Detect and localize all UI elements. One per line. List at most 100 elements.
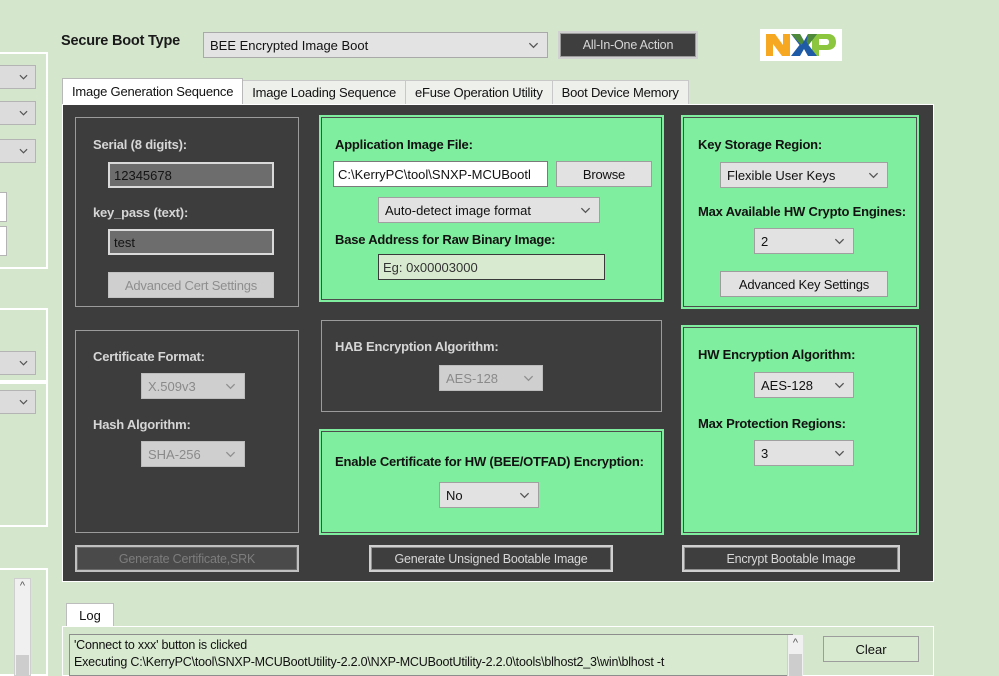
enable-certificate-value: No: [446, 487, 463, 503]
main-tabstrip: Image Generation Sequence Image Loading …: [62, 78, 689, 104]
hab-encryption-label: HAB Encryption Algorithm:: [335, 339, 499, 354]
enable-certificate-select[interactable]: No: [439, 482, 539, 508]
generate-certificate-srk-button[interactable]: Generate Certificate,SRK: [75, 545, 299, 572]
application-image-group: Application Image File: C:\KerryPC\tool\…: [319, 115, 664, 302]
hw-encryption-algorithm-label: HW Encryption Algorithm:: [698, 347, 856, 362]
application-image-file-label: Application Image File:: [335, 137, 473, 152]
max-protection-regions-value: 3: [761, 445, 769, 461]
chevron-down-icon: [834, 382, 845, 389]
application-image-file-input[interactable]: C:\KerryPC\tool\SNXP-MCUBootl: [333, 161, 548, 187]
key-storage-region-select[interactable]: Flexible User Keys: [720, 162, 888, 188]
application-image-file-value: C:\KerryPC\tool\SNXP-MCUBootl: [338, 166, 531, 182]
all-in-one-action-button[interactable]: All-In-One Action: [558, 31, 698, 59]
key-storage-region-label: Key Storage Region:: [698, 137, 823, 152]
tab-label: Boot Device Memory: [561, 85, 679, 100]
image-generation-sequence-page: Serial (8 digits): 12345678 key_pass (te…: [62, 104, 934, 582]
tab-efuse-operation-utility[interactable]: eFuse Operation Utility: [405, 80, 553, 104]
base-address-input[interactable]: Eg: 0x00003000: [378, 254, 605, 280]
max-crypto-engines-select[interactable]: 2: [754, 228, 854, 254]
clear-log-label: Clear: [855, 641, 887, 657]
hw-encryption-algorithm-value: AES-128: [761, 377, 814, 393]
serial-label: Serial (8 digits):: [93, 137, 187, 152]
tab-log[interactable]: Log: [66, 603, 114, 627]
log-output[interactable]: 'Connect to xxx' button is clicked Execu…: [69, 634, 793, 676]
chevron-down-icon: [868, 172, 879, 179]
nxp-logo: [760, 29, 842, 61]
encrypt-bootable-image-label: Encrypt Bootable Image: [726, 551, 856, 566]
encrypt-bootable-image-button[interactable]: Encrypt Bootable Image: [682, 545, 900, 572]
tab-boot-device-memory[interactable]: Boot Device Memory: [551, 80, 689, 104]
advanced-key-settings-button[interactable]: Advanced Key Settings: [720, 271, 888, 297]
all-in-one-action-label: All-In-One Action: [582, 38, 674, 52]
log-scrollbar[interactable]: ^: [787, 635, 803, 676]
chevron-down-icon: [19, 360, 28, 366]
chevron-down-icon: [19, 74, 28, 80]
secure-boot-type-label: Secure Boot Type: [61, 33, 181, 49]
serial-input[interactable]: 12345678: [108, 162, 274, 188]
certificate-format-select[interactable]: X.509v3: [141, 373, 245, 399]
tab-image-loading-sequence[interactable]: Image Loading Sequence: [242, 80, 407, 104]
secure-boot-type-select[interactable]: BEE Encrypted Image Boot: [203, 32, 548, 58]
tab-label: eFuse Operation Utility: [415, 85, 543, 100]
left-edge-textbox-1[interactable]: [0, 192, 7, 222]
max-protection-regions-select[interactable]: 3: [754, 440, 854, 466]
left-edge-combo-4[interactable]: [0, 351, 36, 375]
enable-certificate-label: Enable Certificate for HW (BEE/OTFAD) En…: [335, 454, 644, 469]
image-format-select[interactable]: Auto-detect image format: [378, 197, 600, 223]
chevron-down-icon: [225, 383, 236, 390]
hab-encryption-select[interactable]: AES-128: [439, 365, 543, 391]
generate-certificate-srk-label: Generate Certificate,SRK: [118, 551, 256, 566]
chevron-down-icon: [19, 148, 28, 154]
key-pass-input[interactable]: test: [108, 229, 274, 255]
tab-label: Image Loading Sequence: [252, 85, 397, 100]
generate-unsigned-bootable-image-button[interactable]: Generate Unsigned Bootable Image: [369, 545, 613, 572]
advanced-key-settings-label: Advanced Key Settings: [738, 276, 870, 292]
clear-log-button[interactable]: Clear: [823, 636, 919, 662]
scrollbar-thumb[interactable]: [789, 654, 802, 676]
chevron-down-icon: [519, 492, 530, 499]
key-pass-label: key_pass (text):: [93, 205, 189, 220]
scroll-up-icon[interactable]: ^: [793, 638, 798, 649]
key-pass-value: test: [114, 234, 135, 250]
chevron-down-icon: [528, 42, 539, 49]
chevron-down-icon: [523, 375, 534, 382]
certificate-inputs-group: Serial (8 digits): 12345678 key_pass (te…: [75, 117, 299, 307]
chevron-down-icon: [834, 238, 845, 245]
max-protection-regions-label: Max Protection Regions:: [698, 416, 846, 431]
key-storage-region-value: Flexible User Keys: [727, 167, 836, 183]
advanced-cert-settings-button[interactable]: Advanced Cert Settings: [108, 272, 274, 298]
chevron-down-icon: [19, 399, 28, 405]
advanced-cert-settings-label: Advanced Cert Settings: [124, 277, 258, 293]
enable-certificate-group: Enable Certificate for HW (BEE/OTFAD) En…: [319, 429, 664, 535]
log-line: 'Connect to xxx' button is clicked: [74, 638, 248, 652]
left-edge-combo-5[interactable]: [0, 390, 36, 414]
left-edge-scrollbar[interactable]: ^: [14, 578, 31, 676]
left-edge-textbox-2[interactable]: [0, 226, 7, 256]
max-crypto-engines-value: 2: [761, 233, 769, 249]
chevron-down-icon: [225, 451, 236, 458]
chevron-down-icon: [834, 450, 845, 457]
hab-encryption-value: AES-128: [446, 370, 499, 386]
left-edge-combo-2[interactable]: [0, 101, 36, 125]
mcu-boot-utility-window: ^ Secure Boot Type BEE Encrypted Image B…: [0, 0, 999, 676]
scroll-up-icon[interactable]: ^: [20, 581, 25, 592]
chevron-down-icon: [580, 207, 591, 214]
left-edge-combo-3[interactable]: [0, 139, 36, 163]
serial-value: 12345678: [114, 167, 172, 183]
left-edge-combo-1[interactable]: [0, 65, 36, 89]
hash-algorithm-select[interactable]: SHA-256: [141, 441, 245, 467]
generate-unsigned-bootable-image-label: Generate Unsigned Bootable Image: [394, 551, 588, 566]
hash-algorithm-value: SHA-256: [148, 446, 201, 462]
tab-log-label: Log: [79, 608, 101, 623]
hw-encryption-algorithm-select[interactable]: AES-128: [754, 372, 854, 398]
nxp-logo-icon: [766, 34, 836, 56]
browse-label: Browse: [582, 166, 626, 182]
hash-algorithm-label: Hash Algorithm:: [93, 417, 191, 432]
image-format-value: Auto-detect image format: [385, 202, 531, 218]
browse-button[interactable]: Browse: [556, 161, 652, 187]
chevron-down-icon: [19, 110, 28, 116]
hab-encryption-group: HAB Encryption Algorithm: AES-128: [321, 320, 662, 412]
scrollbar-thumb[interactable]: [16, 655, 29, 676]
certificate-format-value: X.509v3: [148, 378, 196, 394]
tab-image-generation-sequence[interactable]: Image Generation Sequence: [62, 78, 244, 104]
